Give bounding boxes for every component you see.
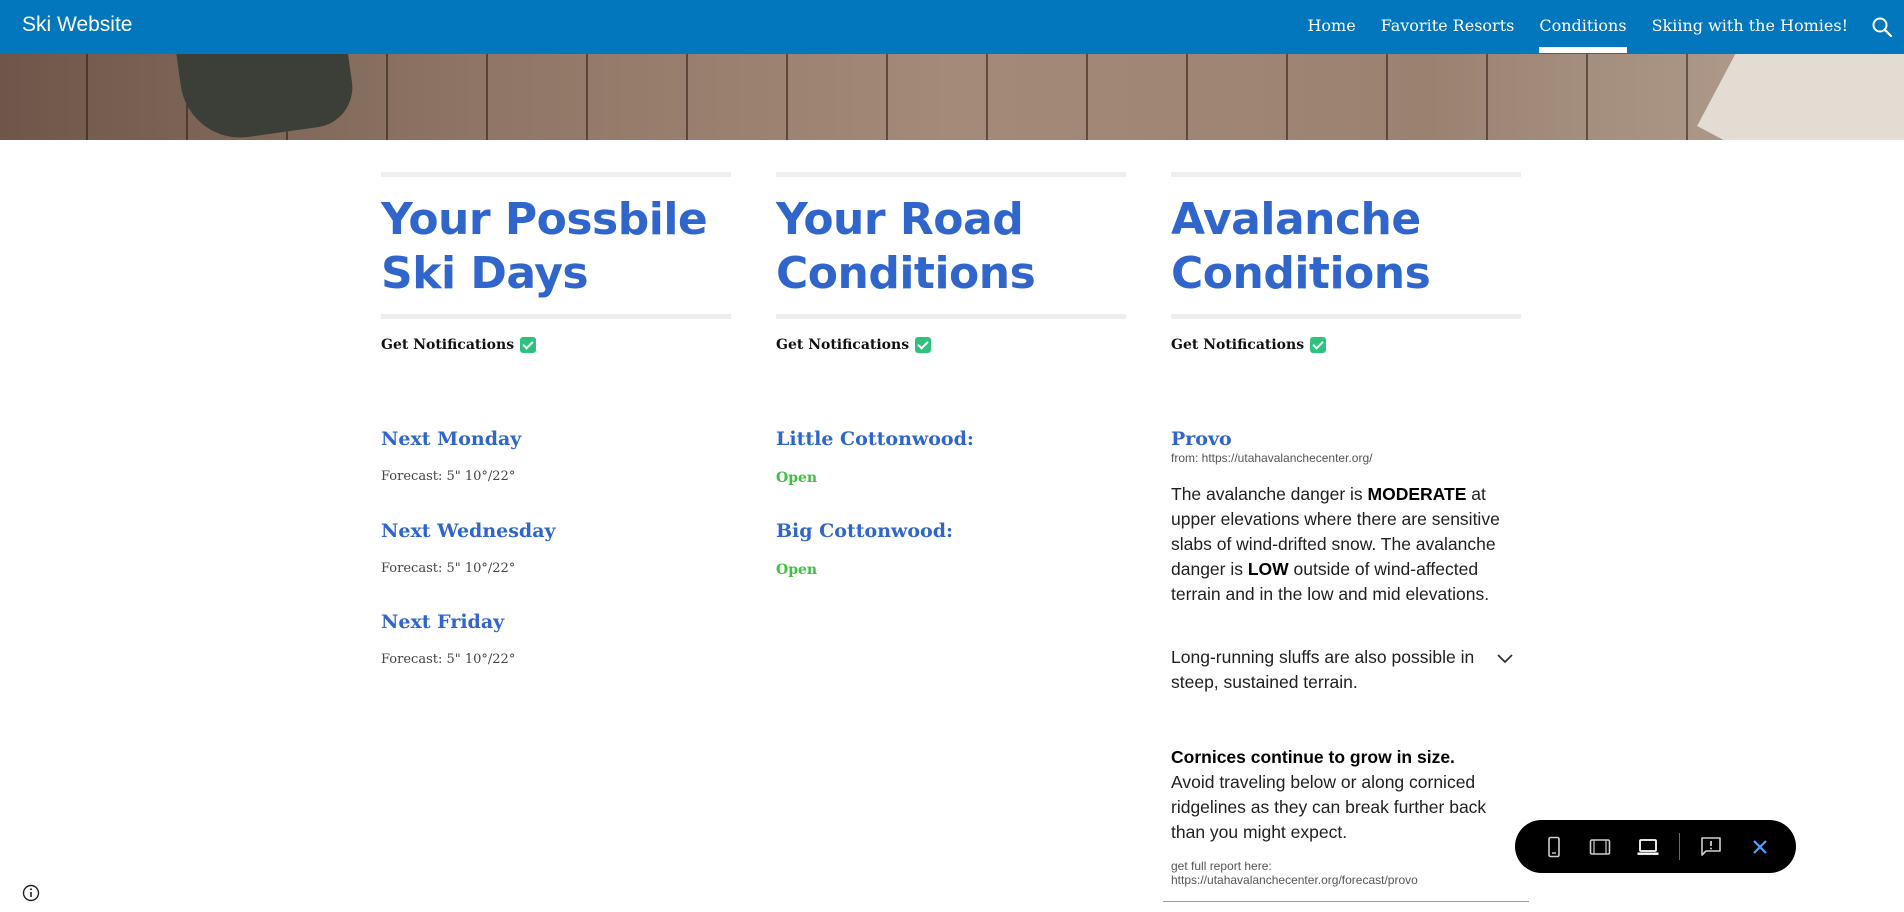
preview-toolbar <box>1515 820 1796 873</box>
section-divider <box>381 172 731 177</box>
section-divider <box>776 172 1126 177</box>
cornices-heading: Cornices continue to grow in size. <box>1171 747 1455 767</box>
avalanche-conditions-section: Avalanche Conditions Get Notifications <box>1171 172 1521 354</box>
checkbox-checked-icon[interactable] <box>915 337 932 353</box>
section-heading: Avalanche Conditions <box>1171 193 1521 301</box>
avalanche-source: from: https://utahavalanchecenter.org/ <box>1171 451 1373 465</box>
nav-item-home[interactable]: Home <box>1307 0 1355 54</box>
section-divider <box>381 314 731 319</box>
get-notifications[interactable]: Get Notifications <box>381 336 731 354</box>
section-bottom-divider <box>1163 901 1529 902</box>
chevron-down-icon[interactable] <box>1495 652 1515 666</box>
danger-level-low: LOW <box>1247 559 1289 579</box>
road-conditions-section: Your Road Conditions Get Notifications <box>776 172 1126 354</box>
close-icon[interactable] <box>1749 836 1771 858</box>
heading-line: Conditions <box>1171 248 1431 299</box>
section-divider <box>1171 172 1521 177</box>
report-abuse-icon[interactable] <box>1700 836 1722 858</box>
nav-item-skiing-with-the-homies[interactable]: Skiing with the Homies! <box>1652 0 1848 54</box>
paragraph-text: Avoid traveling below or along corniced … <box>1171 772 1487 842</box>
ski-day-forecast: Forecast: 5" 10°/22° <box>381 469 516 484</box>
ski-day-forecast: Forecast: 5" 10°/22° <box>381 652 516 667</box>
phone-preview-icon[interactable] <box>1543 836 1565 858</box>
laptop-preview-icon[interactable] <box>1637 836 1659 858</box>
section-heading: Your Possbile Ski Days <box>381 193 731 301</box>
ski-day-title: Next Monday <box>381 428 522 450</box>
get-notifications[interactable]: Get Notifications <box>1171 336 1521 354</box>
avalanche-danger-paragraph: The avalanche danger is MODERATE at uppe… <box>1171 482 1501 607</box>
ski-day-forecast: Forecast: 5" 10°/22° <box>381 561 516 576</box>
full-report-label: get full report here: <box>1171 859 1272 873</box>
get-notifications[interactable]: Get Notifications <box>776 336 1126 354</box>
full-report-link[interactable]: https://utahavalanchecenter.org/forecast… <box>1171 873 1418 887</box>
site-title[interactable]: Ski Website <box>22 13 133 37</box>
avalanche-region: Provo <box>1171 428 1232 450</box>
checkbox-checked-icon[interactable] <box>520 337 537 353</box>
get-notifications-label: Get Notifications <box>1171 337 1305 353</box>
ski-day-title: Next Wednesday <box>381 520 556 542</box>
danger-level-moderate: MODERATE <box>1367 484 1467 504</box>
info-icon[interactable] <box>22 884 40 902</box>
ski-day-title: Next Friday <box>381 611 505 633</box>
section-divider <box>776 314 1126 319</box>
nav-item-favorite-resorts[interactable]: Favorite Resorts <box>1381 0 1515 54</box>
road-status: Open <box>776 470 818 486</box>
cornices-paragraph: Cornices continue to grow in size. Avoid… <box>1171 745 1501 845</box>
road-status: Open <box>776 562 818 578</box>
main-nav: Home Favorite Resorts Conditions Skiing … <box>1282 0 1848 54</box>
header-banner-image <box>0 54 1904 140</box>
checkbox-checked-icon[interactable] <box>1310 337 1327 353</box>
toolbar-separator <box>1679 833 1680 860</box>
sluffs-paragraph: Long-running sluffs are also possible in… <box>1171 647 1475 692</box>
paragraph-text: The avalanche danger is <box>1171 484 1368 504</box>
get-notifications-label: Get Notifications <box>776 337 910 353</box>
section-divider <box>1171 314 1521 319</box>
heading-line: Avalanche <box>1171 194 1421 245</box>
heading-line: Your Road <box>776 194 1024 245</box>
heading-line: Your Possbile <box>381 194 708 245</box>
banner-paper <box>1697 54 1904 140</box>
section-heading: Your Road Conditions <box>776 193 1126 301</box>
tablet-preview-icon[interactable] <box>1589 836 1611 858</box>
get-notifications-label: Get Notifications <box>381 337 515 353</box>
heading-line: Conditions <box>776 248 1036 299</box>
heading-line: Ski Days <box>381 248 589 299</box>
nav-item-conditions[interactable]: Conditions <box>1539 0 1627 54</box>
top-navigation-bar: Ski Website Home Favorite Resorts Condit… <box>0 0 1904 54</box>
road-name: Big Cottonwood: <box>776 520 954 542</box>
road-name: Little Cottonwood: <box>776 428 974 450</box>
banner-ski-boot <box>172 54 358 140</box>
ski-days-section: Your Possbile Ski Days Get Notifications <box>381 172 731 354</box>
search-icon[interactable] <box>1870 15 1894 39</box>
